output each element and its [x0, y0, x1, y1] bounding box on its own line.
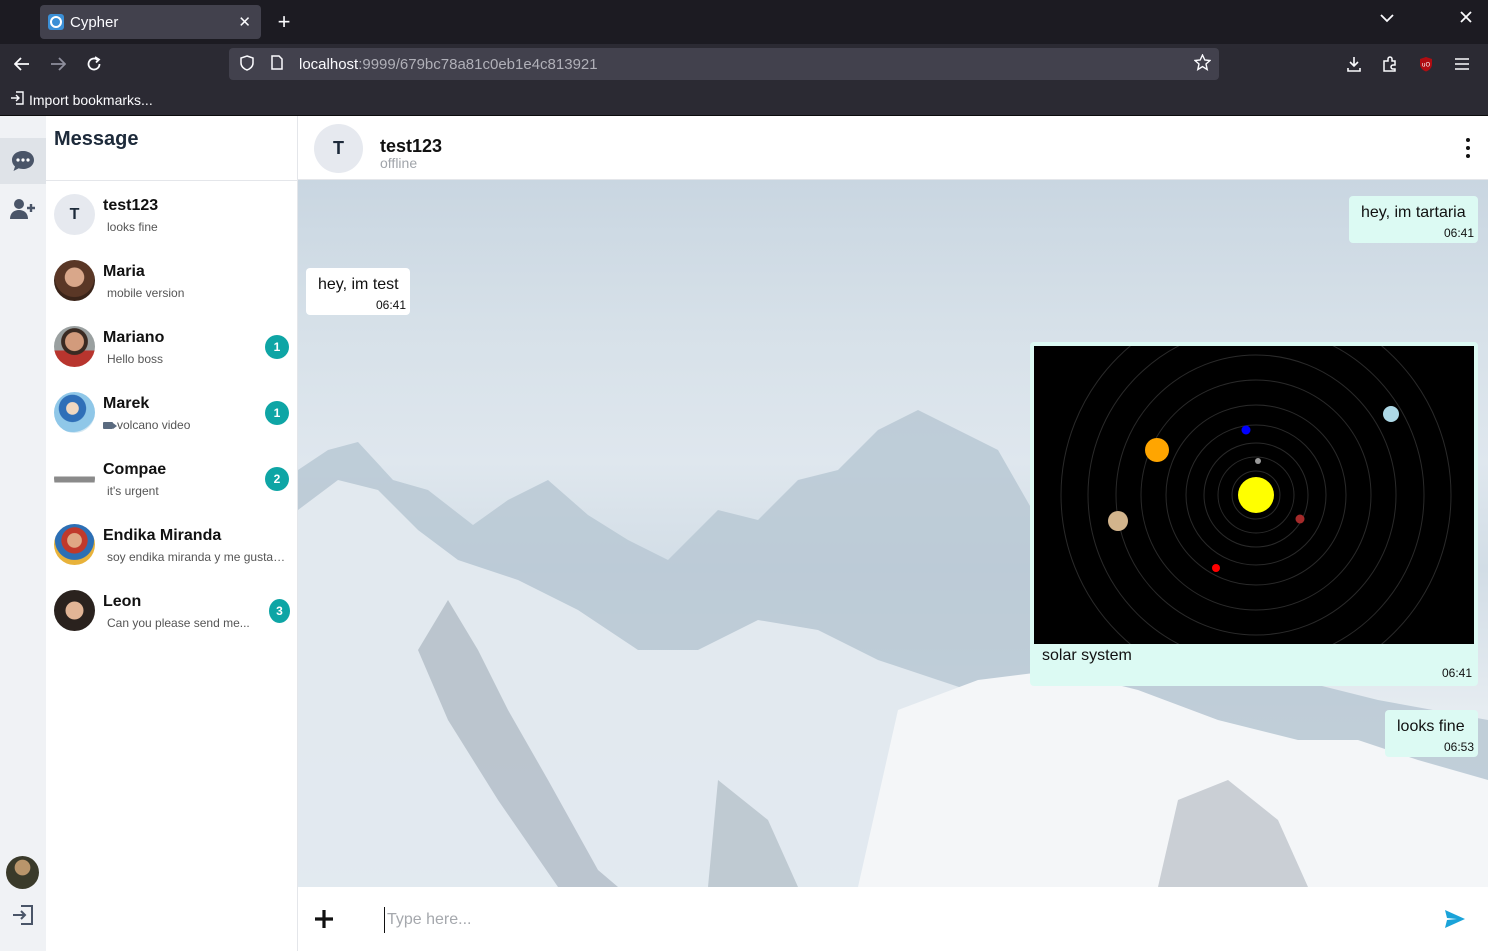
- user-avatar[interactable]: [6, 856, 39, 889]
- contact-name: Mariano: [103, 329, 165, 346]
- message-composer: [298, 887, 1488, 951]
- image-caption: solar system: [1042, 647, 1132, 664]
- tab-title: Cypher: [70, 13, 119, 31]
- chat-status: offline: [380, 155, 418, 171]
- download-icon[interactable]: [1342, 52, 1366, 76]
- contact-name: Maria: [103, 263, 145, 280]
- chevron-down-icon[interactable]: [1380, 10, 1394, 26]
- svg-text:uO: uO: [1422, 62, 1431, 69]
- send-icon[interactable]: [1444, 909, 1466, 934]
- message-bubble-outgoing[interactable]: looks fine 06:53: [1385, 710, 1478, 757]
- image-message-bubble[interactable]: solar system 06:41: [1030, 342, 1478, 686]
- hamburger-menu-icon[interactable]: [1450, 52, 1474, 76]
- message-text: looks fine: [1397, 718, 1465, 735]
- add-user-icon: [10, 199, 35, 219]
- message-bubble-incoming[interactable]: hey, im test 06:41: [306, 268, 410, 315]
- contact-name: test123: [103, 197, 159, 214]
- contact-avatar: T: [54, 194, 95, 235]
- message-time: 06:41: [375, 298, 406, 312]
- address-bar[interactable]: localhost:9999/679bc78a81c0eb1e4c813921: [229, 48, 1219, 80]
- logout-button[interactable]: [0, 892, 46, 938]
- contact-avatar: [54, 590, 95, 631]
- contact-item-endika-miranda[interactable]: Endika Miranda soy endika miranda y me g…: [46, 511, 298, 577]
- browser-tab[interactable]: Cypher ✕: [40, 5, 261, 39]
- page-icon: [269, 55, 285, 73]
- contact-item-maria[interactable]: Maria mobile version: [46, 247, 298, 313]
- back-arrow-icon[interactable]: [10, 52, 34, 76]
- ublock-icon[interactable]: uO: [1414, 52, 1438, 76]
- contact-name: Marek: [103, 395, 150, 412]
- url-path: :9999/679bc78a81c0eb1e4c813921: [358, 55, 598, 73]
- unread-badge: 1: [265, 335, 289, 359]
- messages-nav-button[interactable]: [0, 138, 46, 184]
- contact-preview: Can you please send me...: [107, 616, 250, 630]
- attach-plus-icon[interactable]: [314, 905, 334, 933]
- shield-icon[interactable]: [239, 54, 255, 74]
- unread-badge: 1: [265, 401, 289, 425]
- contact-name: Leon: [103, 593, 142, 610]
- contact-item-compae[interactable]: Compae it's urgent 2: [46, 445, 298, 511]
- contact-preview: mobile version: [107, 286, 185, 300]
- browser-nav-bar: localhost:9999/679bc78a81c0eb1e4c813921 …: [0, 44, 1488, 84]
- contact-avatar: [54, 392, 95, 433]
- chat-panel: T test123 offline hey, im tartaria 06:41…: [298, 116, 1488, 951]
- contact-preview: it's urgent: [107, 484, 159, 498]
- message-text: hey, im tartaria: [1361, 204, 1466, 221]
- unread-badge: 3: [269, 599, 290, 623]
- favicon-icon: [48, 14, 64, 30]
- chat-avatar[interactable]: T: [314, 124, 363, 173]
- bookmarks-bar: Import bookmarks...: [0, 84, 1488, 116]
- contact-avatar: [54, 260, 95, 301]
- solar-system-image[interactable]: [1034, 346, 1474, 644]
- bookmark-star-icon[interactable]: [1193, 53, 1212, 76]
- chat-header: T test123 offline: [298, 116, 1488, 180]
- sidebar-title: Message: [54, 128, 139, 150]
- chat-bubble-icon: [12, 151, 34, 171]
- url-host: localhost: [299, 55, 359, 73]
- contact-preview: volcano video: [103, 418, 285, 432]
- logout-icon: [13, 905, 33, 925]
- video-camera-icon: [103, 422, 117, 429]
- contact-preview: looks fine: [107, 220, 158, 234]
- message-list[interactable]: hey, im tartaria 06:41 hey, im test 06:4…: [298, 180, 1488, 887]
- new-tab-button[interactable]: +: [272, 8, 296, 36]
- contact-avatar: [54, 458, 95, 499]
- extensions-icon[interactable]: [1378, 52, 1402, 76]
- message-input[interactable]: [384, 907, 1414, 933]
- more-options-icon[interactable]: [1466, 138, 1470, 158]
- reload-icon[interactable]: [82, 52, 106, 76]
- contact-item-test123[interactable]: T test123 looks fine: [46, 181, 298, 247]
- browser-tab-bar: Cypher ✕ +: [0, 0, 1488, 44]
- import-bookmarks-link[interactable]: Import bookmarks...: [29, 92, 153, 108]
- contact-avatar: [54, 524, 95, 565]
- contact-name: Compae: [103, 461, 167, 478]
- nav-rail: [0, 116, 46, 951]
- message-text: hey, im test: [318, 276, 399, 293]
- message-bubble-outgoing[interactable]: hey, im tartaria 06:41: [1349, 196, 1478, 243]
- tab-close-icon[interactable]: ✕: [238, 13, 251, 31]
- contact-preview: Hello boss: [107, 352, 164, 366]
- unread-badge: 2: [265, 467, 289, 491]
- forward-arrow-icon[interactable]: [46, 52, 70, 76]
- contact-avatar: [54, 326, 95, 367]
- add-contact-button[interactable]: [0, 186, 46, 232]
- contact-preview: soy endika miranda y me gustaria hablar …: [107, 550, 289, 564]
- contact-item-leon[interactable]: Leon Can you please send me... 3: [46, 577, 298, 643]
- message-time: 06:41: [1441, 666, 1472, 680]
- import-icon: [10, 91, 24, 108]
- contact-item-mariano[interactable]: Mariano Hello boss 1: [46, 313, 298, 379]
- contact-item-marek[interactable]: Marek volcano video 1: [46, 379, 298, 445]
- conversation-sidebar: Message T test123 looks fine Maria mobil…: [46, 116, 298, 951]
- message-time: 06:53: [1443, 740, 1474, 754]
- message-time: 06:41: [1443, 226, 1474, 240]
- contact-name: Endika Miranda: [103, 527, 222, 544]
- window-close-icon[interactable]: [1460, 10, 1472, 28]
- chat-contact-name: test123: [380, 136, 443, 156]
- chat-app: Message T test123 looks fine Maria mobil…: [0, 116, 1488, 951]
